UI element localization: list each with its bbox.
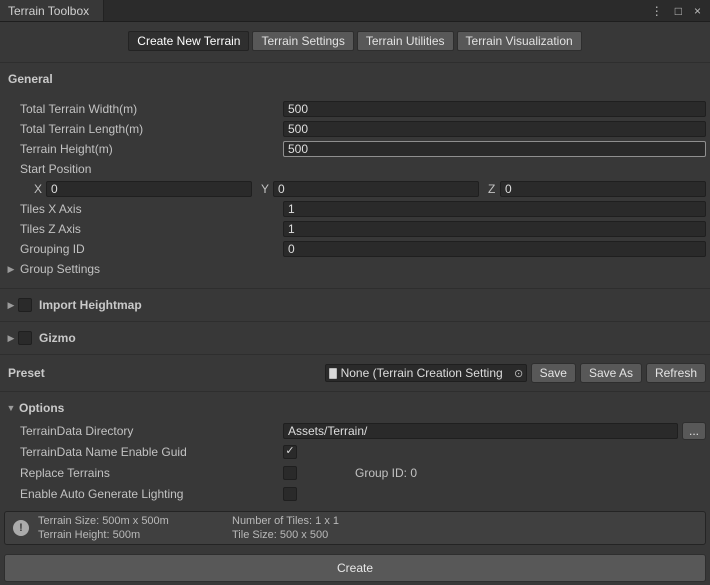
object-picker-icon[interactable]: ⊙ bbox=[512, 367, 526, 380]
tiles-x-axis-input[interactable] bbox=[283, 201, 706, 217]
group-settings-label: Group Settings bbox=[20, 262, 100, 276]
terraindata-directory-row: TerrainData Directory ... bbox=[0, 420, 710, 441]
coord-x-label: X bbox=[34, 182, 46, 196]
auto-generate-lighting-row: Enable Auto Generate Lighting bbox=[0, 483, 710, 504]
auto-generate-lighting-checkbox[interactable] bbox=[283, 487, 297, 501]
preset-save-as-button[interactable]: Save As bbox=[580, 363, 642, 383]
total-terrain-width-label: Total Terrain Width(m) bbox=[20, 102, 283, 116]
group-settings-foldout-icon: ▶ bbox=[4, 264, 18, 275]
terrain-height-input[interactable] bbox=[283, 141, 706, 157]
toolbox-tabbar: Create New Terrain Terrain Settings Terr… bbox=[0, 22, 710, 62]
tiles-z-axis-input[interactable] bbox=[283, 221, 706, 237]
separator bbox=[0, 391, 710, 392]
total-terrain-width-row: Total Terrain Width(m) bbox=[0, 99, 710, 119]
auto-generate-lighting-label: Enable Auto Generate Lighting bbox=[20, 487, 283, 501]
replace-terrains-checkbox[interactable] bbox=[283, 466, 297, 480]
info-tile-size: Tile Size: 500 x 500 bbox=[232, 528, 339, 542]
terraindata-directory-label: TerrainData Directory bbox=[20, 424, 283, 438]
info-column-right: Number of Tiles: 1 x 1 Tile Size: 500 x … bbox=[232, 514, 339, 542]
import-heightmap-checkbox[interactable] bbox=[18, 298, 32, 312]
gizmo-foldout[interactable]: ▶ Gizmo bbox=[0, 327, 710, 349]
start-position-row: Start Position bbox=[0, 159, 710, 179]
tiles-z-axis-row: Tiles Z Axis bbox=[0, 219, 710, 239]
tiles-x-axis-label: Tiles X Axis bbox=[20, 202, 283, 216]
terraindata-guid-row: TerrainData Name Enable Guid ✓ bbox=[0, 441, 710, 462]
preset-object-field[interactable]: None (Terrain Creation Setting ⊙ bbox=[325, 364, 527, 382]
start-position-z-input[interactable] bbox=[500, 181, 706, 197]
options-foldout-icon: ▼ bbox=[4, 403, 18, 413]
info-terrain-size: Terrain Size: 500m x 500m bbox=[38, 514, 232, 528]
info-number-of-tiles: Number of Tiles: 1 x 1 bbox=[232, 514, 339, 528]
tab-terrain-visualization[interactable]: Terrain Visualization bbox=[457, 31, 582, 51]
preset-refresh-button[interactable]: Refresh bbox=[646, 363, 706, 383]
total-terrain-width-input[interactable] bbox=[283, 101, 706, 117]
separator bbox=[0, 321, 710, 322]
group-settings-foldout[interactable]: ▶ Group Settings bbox=[0, 259, 710, 279]
preset-label: Preset bbox=[8, 366, 45, 380]
total-terrain-length-label: Total Terrain Length(m) bbox=[20, 122, 283, 136]
start-position-coords-row: X Y Z bbox=[0, 179, 710, 199]
grouping-id-input[interactable] bbox=[283, 241, 706, 257]
window-title: Terrain Toolbox bbox=[8, 4, 89, 18]
gizmo-foldout-icon: ▶ bbox=[4, 333, 18, 344]
replace-terrains-row: Replace Terrains Group ID: 0 bbox=[0, 462, 710, 483]
window-titlebar: Terrain Toolbox ⋮ □ × bbox=[0, 0, 710, 22]
gizmo-label: Gizmo bbox=[39, 331, 76, 345]
options-foldout[interactable]: ▼ Options bbox=[0, 398, 710, 418]
gizmo-checkbox[interactable] bbox=[18, 331, 32, 345]
window-close-icon[interactable]: × bbox=[694, 4, 701, 18]
info-icon: ! bbox=[13, 520, 29, 536]
coord-z-label: Z bbox=[488, 182, 500, 196]
import-heightmap-label: Import Heightmap bbox=[39, 298, 142, 312]
start-position-y-input[interactable] bbox=[273, 181, 479, 197]
preset-row: Preset None (Terrain Creation Setting ⊙ … bbox=[0, 362, 710, 384]
window-tab[interactable]: Terrain Toolbox bbox=[0, 0, 104, 21]
import-heightmap-foldout-icon: ▶ bbox=[4, 300, 18, 311]
preset-value: None (Terrain Creation Setting bbox=[341, 366, 512, 380]
coord-y-label: Y bbox=[261, 182, 273, 196]
window-maximize-icon[interactable]: □ bbox=[675, 4, 682, 18]
grouping-id-label: Grouping ID bbox=[20, 242, 283, 256]
terraindata-guid-checkbox[interactable]: ✓ bbox=[283, 445, 297, 459]
terrain-info-box: ! Terrain Size: 500m x 500m Terrain Heig… bbox=[4, 511, 706, 545]
options-header: Options bbox=[19, 401, 64, 415]
grouping-id-row: Grouping ID bbox=[0, 239, 710, 259]
group-id-text: Group ID: 0 bbox=[355, 466, 417, 480]
tab-terrain-settings[interactable]: Terrain Settings bbox=[252, 31, 353, 51]
general-section-header: General bbox=[0, 63, 710, 99]
terrain-height-row: Terrain Height(m) bbox=[0, 139, 710, 159]
replace-terrains-label: Replace Terrains bbox=[20, 466, 283, 480]
tiles-z-axis-label: Tiles Z Axis bbox=[20, 222, 283, 236]
create-button[interactable]: Create bbox=[4, 554, 706, 582]
terrain-height-label: Terrain Height(m) bbox=[20, 142, 283, 156]
total-terrain-length-input[interactable] bbox=[283, 121, 706, 137]
separator bbox=[0, 288, 710, 289]
import-heightmap-foldout[interactable]: ▶ Import Heightmap bbox=[0, 294, 710, 316]
window-menu-icon[interactable]: ⋮ bbox=[651, 4, 663, 18]
terraindata-directory-input[interactable] bbox=[283, 423, 678, 439]
check-icon: ✓ bbox=[285, 446, 294, 457]
start-position-x-input[interactable] bbox=[46, 181, 252, 197]
titlebar-spacer bbox=[104, 0, 651, 21]
browse-button[interactable]: ... bbox=[682, 422, 706, 440]
info-column-left: Terrain Size: 500m x 500m Terrain Height… bbox=[38, 514, 232, 542]
tab-terrain-utilities[interactable]: Terrain Utilities bbox=[357, 31, 454, 51]
preset-save-button[interactable]: Save bbox=[531, 363, 576, 383]
separator bbox=[0, 354, 710, 355]
total-terrain-length-row: Total Terrain Length(m) bbox=[0, 119, 710, 139]
terraindata-guid-label: TerrainData Name Enable Guid bbox=[20, 445, 283, 459]
tiles-x-axis-row: Tiles X Axis bbox=[0, 199, 710, 219]
window-controls: ⋮ □ × bbox=[651, 0, 710, 21]
preset-asset-icon bbox=[329, 368, 337, 379]
info-terrain-height: Terrain Height: 500m bbox=[38, 528, 232, 542]
start-position-label: Start Position bbox=[20, 162, 283, 176]
tab-create-new-terrain[interactable]: Create New Terrain bbox=[128, 31, 249, 51]
